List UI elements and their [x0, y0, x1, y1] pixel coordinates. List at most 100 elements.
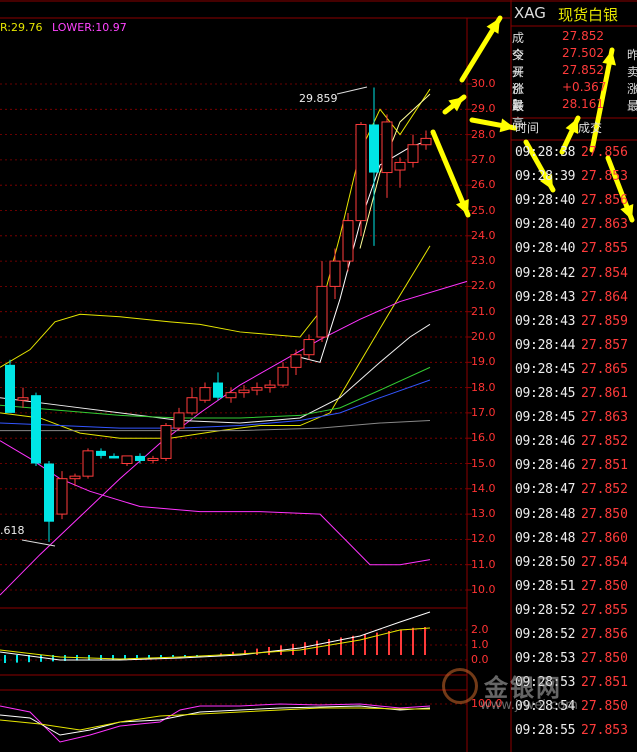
candle	[213, 372, 223, 401]
tick-row[interactable]: 09:28:51 27.850	[513, 579, 637, 603]
candle	[160, 423, 172, 461]
candle	[225, 387, 237, 403]
instrument-code: XAG	[514, 4, 546, 22]
tick-time: 09:28:42	[515, 265, 576, 281]
tick-row[interactable]: 09:28:38 27.856	[513, 145, 637, 169]
tick-row[interactable]: 09:28:40 27.863	[513, 217, 637, 241]
price-tick-label: 14.0	[471, 481, 496, 495]
watermark-ring-icon	[442, 668, 478, 704]
candle-body	[186, 397, 198, 414]
candle-body	[82, 450, 94, 477]
candle	[135, 453, 145, 464]
candle-body	[290, 354, 302, 368]
candle	[199, 382, 211, 403]
low-pointer-line	[21, 539, 56, 547]
candle	[251, 382, 263, 396]
tick-time: 09:28:43	[515, 289, 576, 305]
candle-body	[264, 384, 276, 389]
price-tick-label: 18.0	[471, 380, 496, 394]
tick-price: 27.854	[581, 265, 628, 281]
tick-row[interactable]: 09:28:39 27.853	[513, 169, 637, 193]
tick-time: 09:28:43	[515, 313, 576, 329]
tick-row[interactable]: 09:28:46 27.852	[513, 434, 637, 458]
tick-row[interactable]: 09:28:45 27.861	[513, 386, 637, 410]
candle-body	[17, 397, 29, 401]
candle-body	[96, 450, 106, 456]
tick-price: 27.856	[581, 193, 628, 209]
candle	[290, 349, 302, 375]
tick-price: 27.853	[581, 169, 628, 185]
candle	[56, 471, 68, 520]
candle-body	[381, 121, 393, 174]
quote-value: 28.161	[562, 97, 604, 111]
watermark-logo: 金银网 www.jrwei.com	[440, 666, 590, 713]
candle-body	[213, 382, 223, 398]
price-tick-label: 16.0	[471, 431, 496, 445]
tick-price: 27.864	[581, 289, 628, 305]
price-tick-label: 20.0	[471, 330, 496, 343]
quote-right-label: 昨	[627, 48, 637, 62]
candle	[96, 448, 106, 459]
lower-band-legend: LOWER:10.97	[52, 21, 127, 34]
tick-price: 27.852	[581, 434, 628, 450]
tick-row[interactable]: 09:28:48 27.860	[513, 531, 637, 555]
indicator-legend: R:29.76 LOWER:10.97	[0, 21, 127, 34]
tick-row[interactable]: 09:28:47 27.852	[513, 482, 637, 506]
tick-row[interactable]: 09:28:45 27.863	[513, 410, 637, 434]
quote-right-label: 卖	[627, 65, 637, 79]
candle-body	[329, 260, 341, 287]
tick-row[interactable]: 09:28:52 27.855	[513, 603, 637, 627]
price-tick-label: 26.0	[471, 178, 496, 192]
price-tick-label: 28.0	[471, 127, 496, 141]
candle	[369, 87, 379, 246]
price-tick-label: 30.0	[471, 77, 496, 90]
candle-body	[369, 124, 379, 173]
quote-right-label: 最	[627, 99, 637, 113]
candle	[329, 248, 341, 300]
price-tick-label: 10.0	[471, 583, 496, 596]
candle	[316, 261, 328, 343]
tick-row[interactable]: 09:28:45 27.865	[513, 362, 637, 386]
candle	[355, 121, 367, 236]
tick-row[interactable]: 09:28:40 27.855	[513, 241, 637, 265]
tick-price: 27.855	[581, 241, 628, 257]
candle-body	[121, 455, 133, 465]
candle-body	[44, 463, 54, 522]
tick-row[interactable]: 09:28:44 27.857	[513, 338, 637, 362]
tick-time: 09:28:55	[515, 723, 576, 739]
tick-price: 27.850	[581, 578, 628, 594]
price-tick-label: 13.0	[471, 507, 496, 521]
tick-row[interactable]: 09:28:50 27.854	[513, 555, 637, 579]
price-tick-label: 29.0	[471, 102, 496, 116]
candle-body	[69, 475, 81, 480]
tick-price: 27.856	[581, 145, 628, 160]
tick-row[interactable]: 09:28:46 27.851	[513, 458, 637, 482]
tick-price: 27.854	[581, 554, 628, 570]
tick-price: 27.851	[581, 458, 628, 474]
tick-row[interactable]: 09:28:40 27.856	[513, 193, 637, 217]
candle-body	[225, 392, 237, 399]
high-price-annotation: 29.859	[299, 92, 338, 105]
candle	[31, 392, 41, 467]
tick-row[interactable]: 09:28:52 27.856	[513, 627, 637, 651]
tick-time: 09:28:46	[515, 434, 576, 450]
tick-price: 27.850	[581, 651, 628, 667]
tick-time: 09:28:40	[515, 193, 576, 209]
candle	[277, 362, 289, 388]
tick-price: 27.861	[581, 386, 628, 401]
candle	[264, 380, 276, 393]
tick-row[interactable]: 09:28:42 27.854	[513, 266, 637, 290]
tick-row[interactable]: 09:28:43 27.859	[513, 314, 637, 338]
tick-price: 27.863	[581, 217, 628, 233]
arrow-down-axis	[430, 129, 471, 218]
tick-row[interactable]: 09:28:43 27.864	[513, 290, 637, 314]
candle-body	[251, 387, 263, 391]
tick-row[interactable]: 09:28:55 27.853	[513, 723, 637, 747]
candle-body	[56, 478, 68, 515]
quote-value: 27.502	[562, 46, 604, 60]
tick-row[interactable]: 09:28:48 27.850	[513, 507, 637, 531]
price-tick-label: 24.0	[471, 228, 496, 242]
candle-body	[147, 457, 159, 461]
tick-time: 09:28:51	[515, 578, 576, 594]
candle-body	[394, 161, 406, 171]
